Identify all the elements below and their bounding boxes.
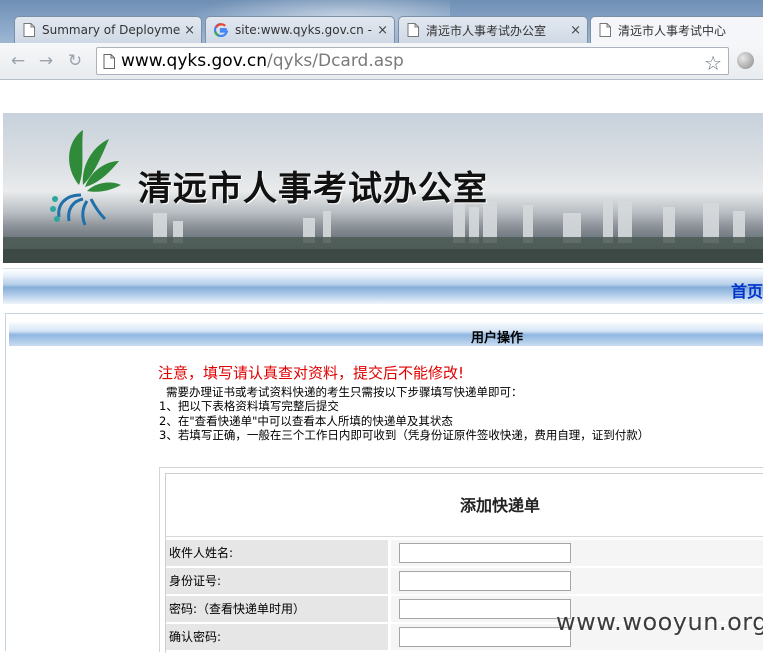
google-icon bbox=[214, 23, 228, 37]
tab-label: 清远市人事考试中心 bbox=[618, 23, 727, 38]
instructions-list: 1、把以下表格资料填写完整后提交 2、在"查看快递单"中可以查看本人所填的快递单… bbox=[159, 399, 649, 443]
browser-toolbar: ← → ↻ www.qyks.gov.cn/qyks/Dcard.asp ☆ bbox=[0, 43, 763, 80]
notice-text: 注意，填写请认真查对资料，提交后不能修改! bbox=[158, 364, 465, 382]
page-icon bbox=[23, 23, 35, 37]
back-icon[interactable]: ← bbox=[8, 51, 28, 71]
form-row-recipient-name: 收件人姓名: bbox=[166, 540, 763, 566]
nav-bar: 首页 bbox=[3, 268, 763, 304]
bookmark-star-icon[interactable]: ☆ bbox=[704, 51, 722, 75]
panel-title-bar: 用户操作 bbox=[9, 321, 763, 346]
site-title: 清远市人事考试办公室 bbox=[138, 169, 488, 209]
tab-label: 清远市人事考试办公室 bbox=[426, 23, 547, 38]
page-icon bbox=[599, 23, 611, 37]
url-text[interactable]: www.qyks.gov.cn/qyks/Dcard.asp bbox=[121, 51, 404, 71]
panel-title: 用户操作 bbox=[471, 331, 524, 346]
nav-home-link[interactable]: 首页 bbox=[731, 278, 763, 302]
forward-icon[interactable]: → bbox=[36, 51, 56, 71]
password-input[interactable] bbox=[399, 599, 571, 619]
tab-summary-of-deployment[interactable]: Summary of Deploymen × bbox=[14, 16, 202, 43]
url-host: www.qyks.gov.cn bbox=[121, 51, 267, 71]
site-banner: 清远市人事考试办公室 bbox=[3, 113, 763, 263]
instruction-step: 2、在"查看快递单"中可以查看本人所填的快递单及其状态 bbox=[159, 413, 453, 428]
field-cell bbox=[391, 568, 763, 594]
tab-qingyuan-exam-center[interactable]: 清远市人事考试中心 bbox=[590, 16, 763, 43]
address-bar[interactable]: www.qyks.gov.cn/qyks/Dcard.asp ☆ bbox=[96, 47, 729, 75]
tab-google-search[interactable]: site:www.qyks.gov.cn - G × bbox=[205, 16, 395, 43]
browser-tab-strip: Summary of Deploymen × site:www.qyks.gov… bbox=[0, 0, 763, 43]
reload-icon[interactable]: ↻ bbox=[65, 51, 85, 71]
globe-icon[interactable] bbox=[737, 52, 754, 69]
user-operation-panel: 用户操作 注意，填写请认真查对资料，提交后不能修改! 需要办理证书或考试资料快递… bbox=[5, 313, 763, 653]
url-path: /qyks/Dcard.asp bbox=[266, 51, 404, 71]
bureau-logo-icon bbox=[50, 130, 121, 226]
watermark-text: www.wooyun.org bbox=[556, 608, 763, 636]
close-icon[interactable]: × bbox=[184, 23, 195, 38]
instruction-step: 3、若填写正确，一般在三个工作日内即可收到（凭身份证原件签收快递，费用自理，证到… bbox=[159, 428, 650, 443]
field-label: 密码:（查看快递单时用） bbox=[166, 596, 388, 622]
page-icon bbox=[103, 53, 115, 69]
close-icon[interactable]: × bbox=[570, 23, 581, 38]
instructions-lead: 需要办理证书或考试资料快递的考生只需按以下步骤填写快递单即可： bbox=[166, 385, 523, 399]
field-label: 确认密码: bbox=[166, 624, 388, 650]
tab-qingyuan-exam-office[interactable]: 清远市人事考试办公室 × bbox=[398, 16, 588, 43]
close-icon[interactable]: × bbox=[377, 23, 388, 38]
confirm-password-input[interactable] bbox=[399, 627, 571, 647]
page-icon bbox=[407, 23, 419, 37]
instruction-step: 1、把以下表格资料填写完整后提交 bbox=[159, 399, 339, 413]
field-cell bbox=[391, 540, 763, 566]
form-title-row: 添加快递单 bbox=[166, 474, 763, 537]
form-row-id-number: 身份证号: bbox=[166, 568, 763, 594]
id-number-input[interactable] bbox=[399, 571, 571, 591]
field-label: 身份证号: bbox=[166, 568, 388, 594]
tab-label: Summary of Deploymen bbox=[42, 23, 181, 37]
field-label: 收件人姓名: bbox=[166, 540, 388, 566]
recipient-name-input[interactable] bbox=[399, 543, 571, 563]
form-title: 添加快递单 bbox=[460, 496, 541, 515]
tab-label: site:www.qyks.gov.cn - G bbox=[235, 23, 374, 37]
